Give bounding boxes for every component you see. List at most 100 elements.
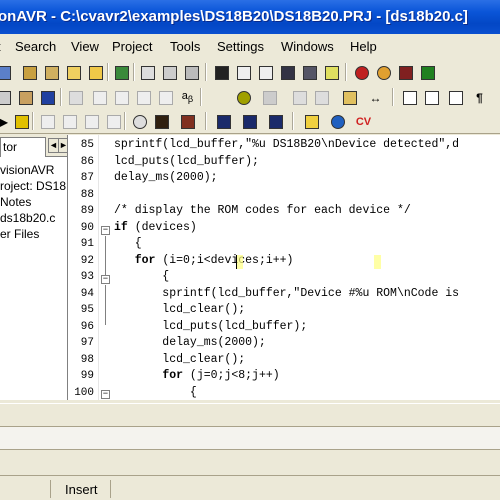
print-disabled-icon[interactable] bbox=[66, 88, 85, 107]
make-project-icon[interactable] bbox=[178, 112, 197, 131]
code-line: delay_ms(2000); bbox=[114, 171, 218, 184]
match-brace-icon[interactable]: ↔ bbox=[366, 88, 385, 107]
page-icon[interactable] bbox=[38, 88, 57, 107]
line-number-gutter: 85 86 87 88 89 90 91 92 93 94 95 96 97 9… bbox=[68, 135, 98, 400]
tab-navigator[interactable]: tor bbox=[0, 137, 46, 157]
messages-list[interactable] bbox=[0, 426, 500, 450]
watch-icon[interactable] bbox=[266, 112, 285, 131]
breakpoint-icon[interactable] bbox=[234, 88, 253, 107]
terminal-icon[interactable] bbox=[418, 63, 437, 82]
comment-icon[interactable] bbox=[134, 88, 153, 107]
tree-item[interactable]: visionAVR bbox=[0, 162, 66, 178]
tree-item[interactable]: Notes bbox=[0, 194, 66, 210]
doc3-icon[interactable] bbox=[82, 112, 101, 131]
step-over-icon[interactable] bbox=[290, 88, 309, 107]
code-line: lcd_puts(lcd_buffer); bbox=[114, 155, 259, 168]
programmer-icon[interactable] bbox=[396, 63, 415, 82]
project-toolbar: ▶ CV bbox=[0, 109, 500, 134]
help-icon[interactable] bbox=[302, 112, 321, 131]
tree-item[interactable]: ds18b20.c bbox=[0, 210, 66, 226]
registers-icon[interactable] bbox=[214, 112, 233, 131]
menu-help[interactable]: Help bbox=[350, 39, 377, 54]
menu-view[interactable]: View bbox=[71, 39, 99, 54]
bookmark-icon[interactable] bbox=[234, 63, 253, 82]
edit-toolbar: aβ ↔ ¶ bbox=[0, 85, 500, 110]
find-icon[interactable] bbox=[212, 63, 231, 82]
status-mode-field: Insert bbox=[50, 480, 110, 498]
tree-item[interactable]: roject: DS18 bbox=[0, 178, 66, 194]
navigator-panel: tor ◄ ► visionAVR roject: DS18 Notes ds1… bbox=[0, 135, 68, 400]
code-line: delay_ms(2000); bbox=[114, 336, 266, 349]
tile-icon[interactable] bbox=[400, 88, 419, 107]
menu-windows[interactable]: Windows bbox=[281, 39, 334, 54]
print-preview-icon[interactable] bbox=[160, 63, 179, 82]
status-mode: Insert bbox=[65, 482, 98, 497]
line-number: 89 bbox=[80, 205, 94, 217]
books-icon[interactable] bbox=[112, 63, 131, 82]
code-line: { bbox=[114, 270, 170, 283]
special-chars-icon[interactable]: aβ bbox=[178, 88, 197, 107]
line-number: 91 bbox=[80, 238, 94, 250]
cut-icon[interactable] bbox=[0, 88, 13, 107]
print-setup-icon[interactable] bbox=[138, 63, 157, 82]
fold-toggle-icon[interactable]: − bbox=[101, 226, 110, 235]
menu-project[interactable]: Project bbox=[112, 39, 152, 54]
about-icon[interactable]: CV bbox=[354, 112, 373, 131]
title-bar[interactable]: onAVR - C:\cvavr2\examples\DS18B20\DS18B… bbox=[0, 0, 500, 34]
code-line: { bbox=[114, 386, 197, 399]
toggle-bookmark-icon[interactable] bbox=[300, 63, 319, 82]
navigator-tabs: tor ◄ ► bbox=[0, 135, 67, 157]
build-icon[interactable] bbox=[42, 63, 61, 82]
fold-toggle-icon[interactable]: − bbox=[101, 390, 110, 399]
pointer-icon[interactable] bbox=[12, 112, 31, 131]
menu-search[interactable]: Search bbox=[15, 39, 56, 54]
make-icon[interactable] bbox=[20, 63, 39, 82]
code-editor[interactable]: 85 86 87 88 89 90 91 92 93 94 95 96 97 9… bbox=[68, 135, 500, 400]
fold-toggle-icon[interactable]: − bbox=[101, 275, 110, 284]
open-folder-icon[interactable] bbox=[64, 63, 83, 82]
line-number: 98 bbox=[80, 354, 94, 366]
chip-icon[interactable] bbox=[322, 63, 341, 82]
doc4-icon[interactable] bbox=[104, 112, 123, 131]
indent-icon[interactable] bbox=[90, 88, 109, 107]
save-icon[interactable] bbox=[0, 63, 13, 82]
scroll-right-icon[interactable]: ► bbox=[58, 138, 67, 153]
line-number: 88 bbox=[80, 189, 94, 201]
memory-icon[interactable] bbox=[240, 112, 259, 131]
doc2-icon[interactable] bbox=[60, 112, 79, 131]
menu-bar: t Search View Project Tools Settings Win… bbox=[0, 34, 500, 60]
window-icon[interactable] bbox=[446, 88, 465, 107]
debug-icon[interactable] bbox=[352, 63, 371, 82]
project-tree: visionAVR roject: DS18 Notes ds18b20.c e… bbox=[0, 162, 66, 242]
settings-icon[interactable] bbox=[374, 63, 393, 82]
code-content: sprintf(lcd_buffer,"%u DS18B20\nDevice d… bbox=[114, 135, 459, 399]
bracket-highlight bbox=[236, 255, 243, 269]
line-number: 86 bbox=[80, 156, 94, 168]
bookmark-next-icon[interactable] bbox=[256, 63, 275, 82]
code-line: for (i=0;i<devices;i++) bbox=[134, 254, 294, 267]
clipboard-icon[interactable] bbox=[340, 88, 359, 107]
cascade-icon[interactable] bbox=[422, 88, 441, 107]
tree-item[interactable]: er Files bbox=[0, 226, 66, 242]
goto-icon[interactable] bbox=[278, 63, 297, 82]
menu-edit[interactable]: t bbox=[0, 39, 1, 54]
open-project-icon[interactable] bbox=[86, 63, 105, 82]
compile-icon[interactable] bbox=[152, 112, 171, 131]
menu-tools[interactable]: Tools bbox=[170, 39, 200, 54]
paste-icon[interactable] bbox=[16, 88, 35, 107]
info-icon[interactable] bbox=[130, 112, 149, 131]
status-bar: Insert bbox=[0, 475, 500, 500]
code-line: lcd_clear(); bbox=[114, 303, 246, 316]
print-icon[interactable] bbox=[182, 63, 201, 82]
line-number: 90 bbox=[80, 222, 94, 234]
web-icon[interactable] bbox=[328, 112, 347, 131]
doc1-icon[interactable] bbox=[38, 112, 57, 131]
unindent-icon[interactable] bbox=[112, 88, 131, 107]
menu-settings[interactable]: Settings bbox=[217, 39, 264, 54]
step-out-icon[interactable] bbox=[312, 88, 331, 107]
code-line: lcd_puts(lcd_buffer); bbox=[114, 320, 308, 333]
step-icon[interactable] bbox=[260, 88, 279, 107]
uncomment-icon[interactable] bbox=[156, 88, 175, 107]
paragraph-icon[interactable]: ¶ bbox=[470, 88, 489, 107]
code-line: sprintf(lcd_buffer,"%u DS18B20\nDevice d… bbox=[114, 138, 460, 151]
